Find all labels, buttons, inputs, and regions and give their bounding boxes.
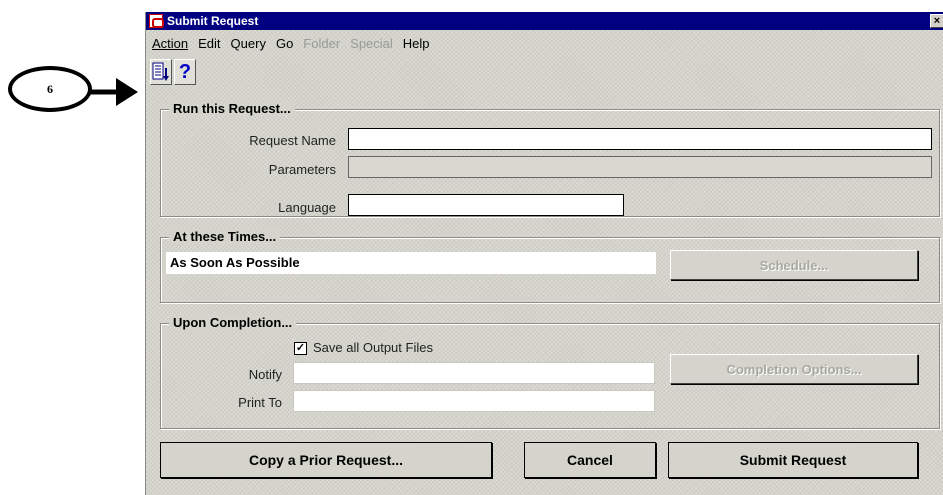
notify-label: Notify: [248, 367, 282, 382]
list-values-icon: [152, 62, 169, 81]
step-number: 6: [47, 81, 53, 96]
schedule-group-title: At these Times...: [169, 229, 281, 244]
menu-help[interactable]: Help: [403, 36, 430, 54]
window-title: Submit Request: [167, 14, 259, 28]
print-to-label: Print To: [238, 395, 282, 410]
parameters-field[interactable]: [348, 156, 932, 178]
language-label: Language: [278, 200, 336, 215]
save-output-checkbox[interactable]: ✓: [294, 342, 307, 355]
copy-prior-request-button[interactable]: Copy a Prior Request...: [160, 442, 492, 478]
submit-request-button[interactable]: Submit Request: [668, 442, 918, 478]
request-name-label: Request Name: [249, 133, 336, 148]
step-callout: 6: [8, 66, 92, 112]
app-icon: [149, 14, 164, 28]
run-request-title: Run this Request...: [169, 101, 295, 116]
request-name-field[interactable]: [348, 128, 932, 150]
help-icon: ?: [178, 60, 192, 83]
menu-special: Special: [350, 36, 393, 51]
menu-action[interactable]: Action: [152, 36, 188, 54]
cancel-button[interactable]: Cancel: [524, 442, 656, 478]
list-of-values-button[interactable]: [150, 59, 172, 85]
menu-edit[interactable]: Edit: [198, 36, 220, 54]
menu-folder: Folder: [303, 36, 341, 51]
print-to-field[interactable]: [293, 390, 655, 412]
schedule-button[interactable]: Schedule...: [670, 250, 918, 280]
close-icon[interactable]: ×: [930, 14, 943, 28]
callout-arrow: [88, 78, 138, 106]
notify-field[interactable]: [293, 362, 655, 384]
title-bar: Submit Request ×: [146, 12, 943, 30]
toolbar: ?: [150, 59, 196, 85]
submit-request-window: Submit Request × Action Edit Query Go Fo…: [145, 12, 943, 495]
menu-bar: Action Edit Query Go Folder Special Help: [152, 36, 430, 54]
completion-options-button[interactable]: Completion Options...: [670, 354, 918, 384]
menu-query[interactable]: Query: [231, 36, 266, 54]
menu-go[interactable]: Go: [276, 36, 293, 54]
parameters-label: Parameters: [268, 162, 336, 177]
help-button[interactable]: ?: [174, 59, 196, 85]
completion-group-title: Upon Completion...: [169, 315, 297, 330]
language-field[interactable]: [348, 194, 624, 216]
save-output-label: Save all Output Files: [313, 340, 433, 355]
schedule-summary: As Soon As Possible: [166, 252, 656, 274]
